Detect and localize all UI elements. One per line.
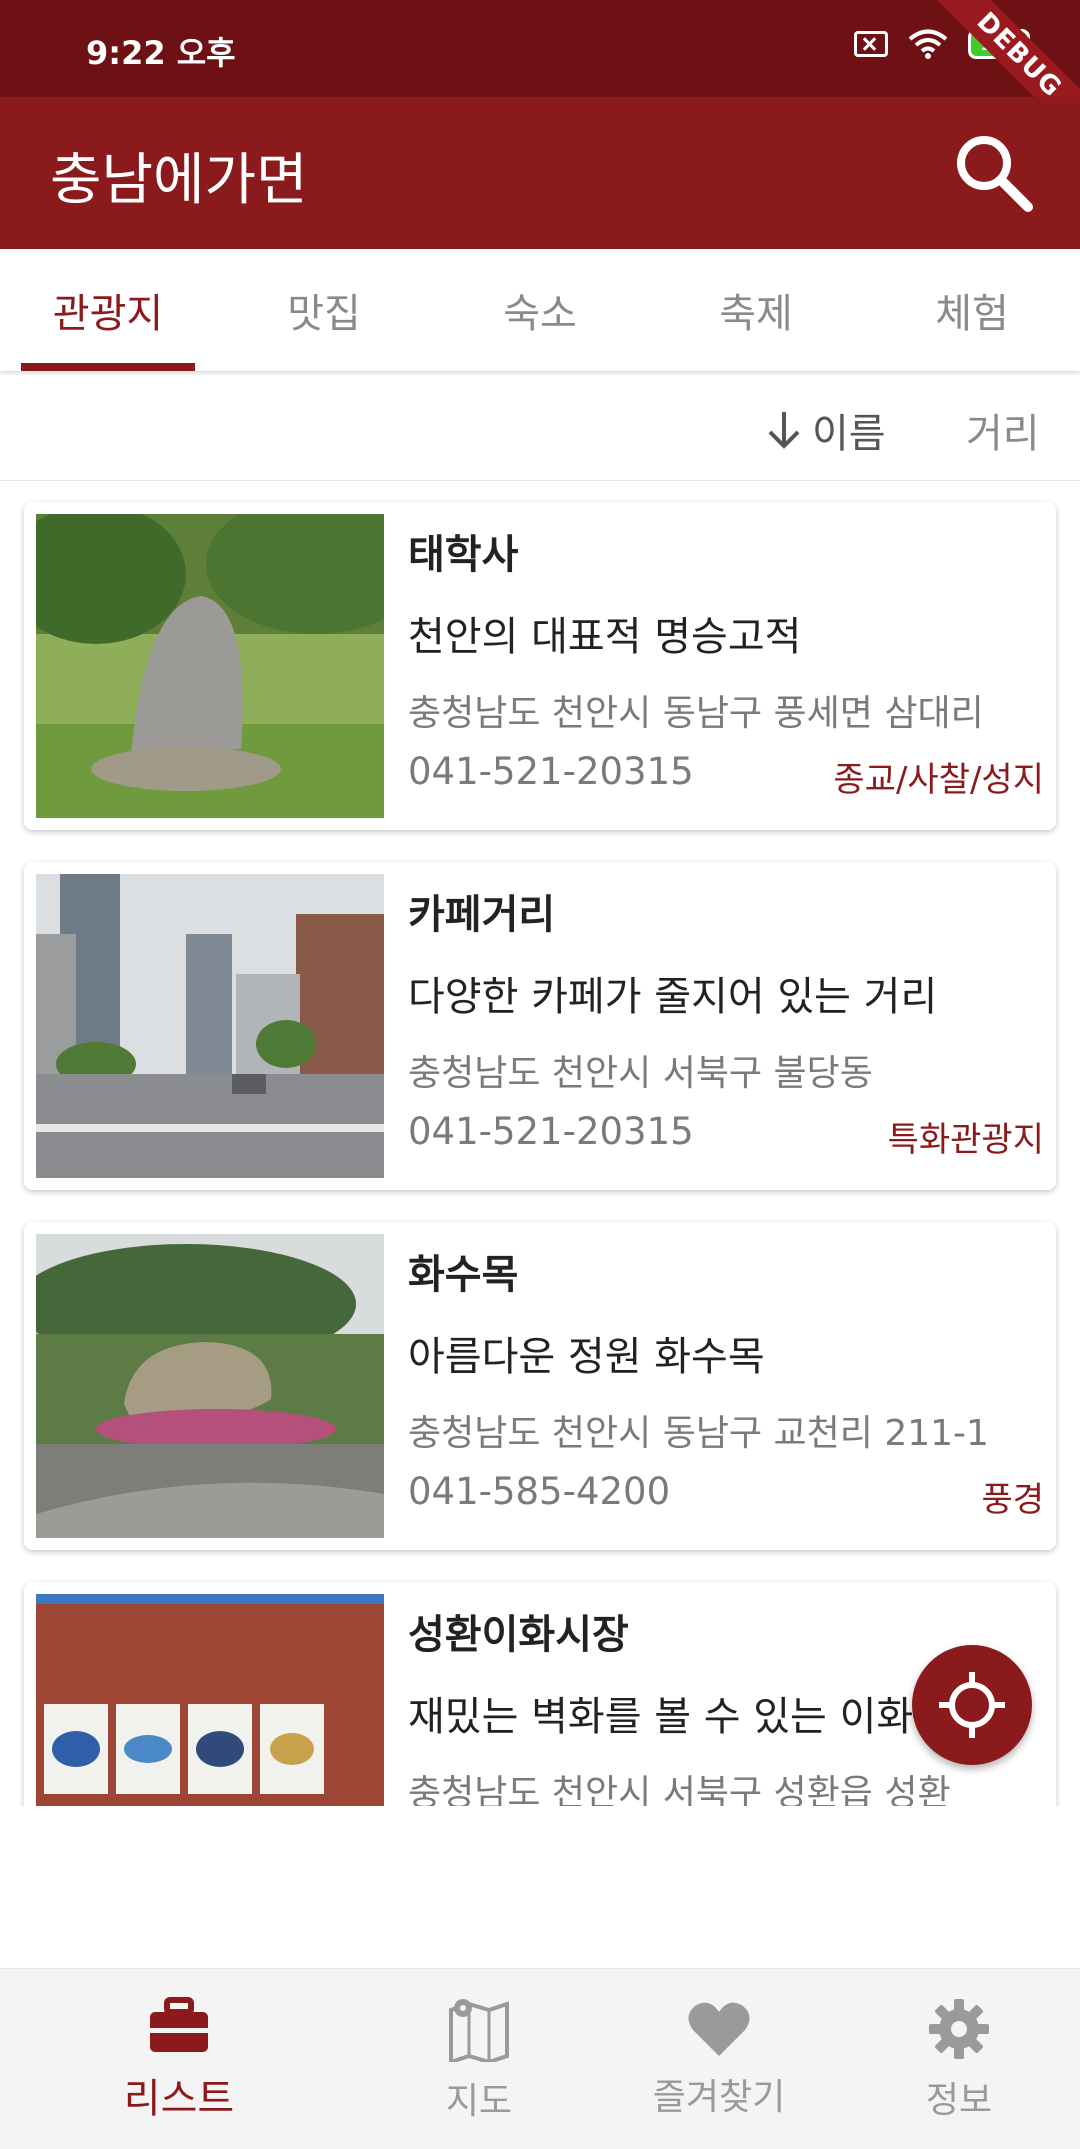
my-location-button[interactable] (912, 1645, 1032, 1765)
place-thumbnail (36, 874, 384, 1178)
place-title: 성환이화시장 (408, 1612, 629, 1658)
place-address: 충청남도 천안시 서북구 성환읍 성환 (408, 1773, 951, 1806)
place-thumbnail (36, 1234, 384, 1538)
place-category: 특화관광지 (887, 1120, 1044, 1160)
briefcase-icon (150, 1996, 208, 2052)
wifi-icon (908, 29, 948, 59)
category-tabs: 관광지 맛집 숙소 축제 체험 (0, 249, 1080, 371)
arrow-down-icon (768, 412, 800, 449)
place-subtitle: 재밌는 벽화를 볼 수 있는 이화시장 (408, 1694, 987, 1740)
nav-info[interactable]: 정보 (824, 1969, 1080, 2149)
app-title: 충남에가면 (50, 148, 308, 213)
sort-name-label: 이름 (812, 411, 886, 457)
place-thumbnail (36, 1594, 384, 1806)
tab-experiences[interactable]: 체험 (864, 249, 1080, 371)
list-item[interactable]: 성환이화시장 재밌는 벽화를 볼 수 있는 이화시장 충청남도 천안시 서북구 … (24, 1582, 1056, 1806)
nav-label: 지도 (445, 2080, 513, 2122)
place-phone: 041-521-20315 (408, 750, 694, 793)
place-subtitle: 천안의 대표적 명승고적 (408, 614, 802, 660)
sort-by-name-button[interactable]: 이름 (762, 401, 886, 459)
status-bar: 9:22 오후 100 DEBUG (0, 0, 1080, 157)
crosshair-icon (939, 1672, 1005, 1738)
nav-list[interactable]: 리스트 (44, 1969, 314, 2149)
place-address: 충청남도 천안시 서북구 불당동 (408, 1053, 873, 1094)
sort-by-distance-button[interactable]: 거리 (966, 401, 1040, 459)
no-sim-icon (854, 31, 888, 57)
place-category: 풍경 (981, 1480, 1044, 1520)
map-icon (449, 1998, 509, 2062)
place-list: 태학사 천안의 대표적 명승고적 충청남도 천안시 동남구 풍세면 삼대리 04… (0, 482, 1080, 1806)
place-subtitle: 아름다운 정원 화수목 (408, 1334, 765, 1380)
nav-map[interactable]: 지도 (344, 1969, 614, 2149)
place-subtitle: 다양한 카페가 줄지어 있는 거리 (408, 974, 938, 1020)
gear-icon (929, 1998, 989, 2059)
place-address: 충청남도 천안시 동남구 교천리 211-1 (408, 1413, 989, 1454)
nav-label: 즐겨찾기 (652, 2076, 786, 2118)
place-category: 종교/사찰/성지 (833, 760, 1044, 800)
heart-icon (688, 2002, 750, 2056)
place-phone: 041-521-20315 (408, 1110, 694, 1153)
nav-label: 정보 (925, 2079, 993, 2121)
nav-label: 리스트 (123, 2075, 235, 2122)
tab-indicator (21, 363, 195, 371)
tab-lodging[interactable]: 숙소 (432, 249, 648, 371)
list-item[interactable]: 태학사 천안의 대표적 명승고적 충청남도 천안시 동남구 풍세면 삼대리 04… (24, 502, 1056, 830)
status-time: 9:22 오후 (86, 34, 236, 72)
list-item[interactable]: 화수목 아름다운 정원 화수목 충청남도 천안시 동남구 교천리 211-1 0… (24, 1222, 1056, 1550)
app-bar: 충남에가면 (0, 97, 1080, 249)
sort-bar: 이름 거리 (0, 375, 1080, 481)
tab-restaurants[interactable]: 맛집 (216, 249, 432, 371)
list-item[interactable]: 카페거리 다양한 카페가 줄지어 있는 거리 충청남도 천안시 서북구 불당동 … (24, 862, 1056, 1190)
place-title: 카페거리 (408, 892, 556, 938)
place-phone: 041-585-4200 (408, 1470, 671, 1513)
place-title: 화수목 (408, 1252, 519, 1298)
tab-tourist-spots[interactable]: 관광지 (0, 249, 216, 371)
tab-festivals[interactable]: 축제 (648, 249, 864, 371)
search-button[interactable] (948, 127, 1040, 219)
bottom-navigation: 리스트 지도 즐겨찾기 정보 (0, 1968, 1080, 2149)
place-title: 태학사 (408, 532, 519, 578)
place-thumbnail (36, 514, 384, 818)
search-icon (957, 136, 1033, 212)
nav-favorites[interactable]: 즐겨찾기 (584, 1969, 854, 2149)
place-address: 충청남도 천안시 동남구 풍세면 삼대리 (408, 693, 984, 734)
